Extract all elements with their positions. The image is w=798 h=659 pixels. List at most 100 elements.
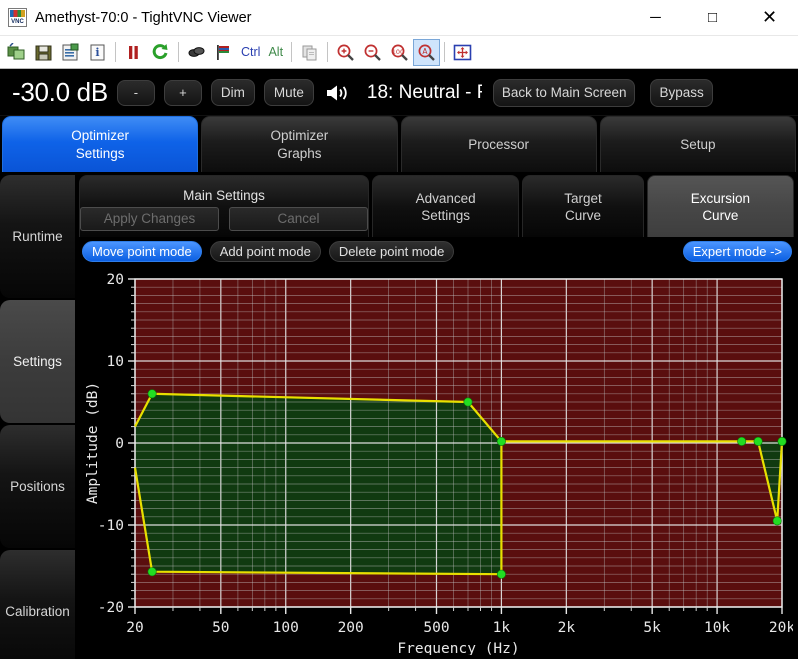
- sidebar-item-label: Settings: [13, 354, 62, 369]
- curve-point-marker[interactable]: [754, 437, 762, 445]
- tab-optimizer-settings[interactable]: Optimizer Settings: [2, 116, 198, 172]
- sub-tab-label-line2: Curve: [702, 207, 738, 224]
- svg-text:50: 50: [212, 620, 229, 636]
- back-to-main-screen-button[interactable]: Back to Main Screen: [493, 79, 636, 107]
- connection-options-icon[interactable]: [57, 39, 84, 66]
- add-point-mode-button[interactable]: Add point mode: [210, 241, 321, 262]
- vnc-toolbar: i Ctrl Alt: [0, 36, 798, 69]
- sidebar: Runtime Settings Positions Calibration: [0, 172, 75, 659]
- curve-point-marker[interactable]: [497, 437, 505, 445]
- apply-changes-button[interactable]: Apply Changes: [80, 207, 219, 231]
- chart-x-axis-label: Frequency (Hz): [397, 641, 519, 655]
- svg-text:1k: 1k: [493, 620, 511, 636]
- excursion-chart-svg[interactable]: -20-100102020501002005001k2k5k10k20kAmpl…: [79, 263, 793, 655]
- window-title: Amethyst-70:0 - TightVNC Viewer: [35, 10, 252, 26]
- expert-mode-button[interactable]: Expert mode ->: [683, 241, 792, 262]
- toolbar-separator: [291, 42, 292, 62]
- svg-text:0: 0: [115, 436, 124, 452]
- volume-decrease-button[interactable]: -: [117, 80, 155, 106]
- save-session-icon[interactable]: [30, 39, 57, 66]
- toolbar-separator: [444, 42, 445, 62]
- remote-app: -30.0 dB - + Dim Mute 18: Neutral - F3 B…: [0, 70, 798, 659]
- sidebar-item-calibration[interactable]: Calibration: [0, 550, 75, 659]
- app-body: Runtime Settings Positions Calibration M…: [0, 172, 798, 659]
- send-ctrl-esc-icon[interactable]: [210, 39, 237, 66]
- vnc-title-bar: Amethyst-70:0 - TightVNC Viewer ─ □ ✕: [0, 0, 798, 36]
- point-mode-bar: Move point mode Add point mode Delete po…: [79, 237, 794, 263]
- send-ctrl-alt-del-icon[interactable]: [183, 39, 210, 66]
- volume-increase-button[interactable]: +: [164, 80, 202, 106]
- tab-label-line2: Graphs: [277, 145, 321, 163]
- speaker-icon[interactable]: [323, 80, 353, 106]
- chart-y-axis-label: Amplitude (dB): [85, 382, 101, 504]
- dim-button[interactable]: Dim: [211, 79, 255, 106]
- transfer-files-icon[interactable]: [296, 39, 323, 66]
- curve-point-marker[interactable]: [148, 568, 156, 576]
- svg-text:20: 20: [107, 272, 124, 288]
- minimize-button[interactable]: ─: [627, 0, 684, 36]
- ctrl-key-button[interactable]: Ctrl: [237, 45, 264, 59]
- chart-gridlines: [135, 279, 782, 607]
- svg-text:10k: 10k: [704, 620, 730, 636]
- sub-tab-advanced-settings[interactable]: Advanced Settings: [372, 175, 519, 237]
- tab-label-line1: Processor: [468, 136, 529, 154]
- sidebar-item-label: Runtime: [12, 229, 62, 244]
- curve-point-marker[interactable]: [148, 390, 156, 398]
- zoom-out-icon[interactable]: [359, 39, 386, 66]
- tab-optimizer-graphs[interactable]: Optimizer Graphs: [201, 116, 397, 172]
- svg-text:-10: -10: [98, 518, 124, 534]
- toolbar-separator: [178, 42, 179, 62]
- tab-processor[interactable]: Processor: [401, 116, 597, 172]
- close-button[interactable]: ✕: [741, 0, 798, 36]
- svg-text:100: 100: [273, 620, 299, 636]
- svg-text:20k: 20k: [769, 620, 793, 636]
- curve-point-marker[interactable]: [773, 517, 781, 525]
- tab-setup[interactable]: Setup: [600, 116, 796, 172]
- window-controls: ─ □ ✕: [627, 0, 798, 36]
- curve-point-marker[interactable]: [497, 570, 505, 578]
- sidebar-item-positions[interactable]: Positions: [0, 425, 75, 548]
- refresh-icon[interactable]: [147, 39, 174, 66]
- new-connection-icon[interactable]: [3, 39, 30, 66]
- sub-tab-excursion-curve[interactable]: Excursion Curve: [647, 175, 794, 237]
- zoom-in-icon[interactable]: [332, 39, 359, 66]
- svg-text:i: i: [95, 46, 99, 59]
- zoom-100-icon[interactable]: 100: [386, 39, 413, 66]
- svg-text:200: 200: [338, 620, 364, 636]
- content-panel: Main Settings Apply Changes Cancel Advan…: [75, 172, 798, 659]
- mute-button[interactable]: Mute: [264, 79, 314, 106]
- sub-tab-label-line2: Settings: [421, 207, 470, 224]
- full-screen-icon[interactable]: [449, 39, 476, 66]
- tab-label-line2: Settings: [76, 145, 125, 163]
- curve-point-marker[interactable]: [778, 437, 786, 445]
- vnc-logo-icon: [8, 8, 27, 27]
- sub-tab-main-settings[interactable]: Main Settings Apply Changes Cancel: [79, 175, 369, 237]
- move-point-mode-button[interactable]: Move point mode: [82, 241, 202, 262]
- maximize-button[interactable]: □: [684, 0, 741, 36]
- svg-text:100: 100: [392, 48, 404, 56]
- sub-tab-label-line2: Curve: [565, 207, 601, 224]
- svg-text:500: 500: [423, 620, 449, 636]
- zoom-auto-icon[interactable]: A: [413, 39, 440, 66]
- toolbar-separator: [115, 42, 116, 62]
- sidebar-item-settings[interactable]: Settings: [0, 300, 75, 423]
- main-settings-title: Main Settings: [183, 187, 265, 204]
- tab-label-line1: Optimizer: [71, 127, 129, 145]
- volume-bar: -30.0 dB - + Dim Mute 18: Neutral - F3 B…: [0, 70, 798, 116]
- toolbar-separator: [327, 42, 328, 62]
- pause-icon[interactable]: [120, 39, 147, 66]
- sidebar-item-runtime[interactable]: Runtime: [0, 175, 75, 298]
- delete-point-mode-button[interactable]: Delete point mode: [329, 241, 455, 262]
- bypass-button[interactable]: Bypass: [650, 79, 712, 107]
- connection-info-icon[interactable]: i: [84, 39, 111, 66]
- main-tab-bar: Optimizer Settings Optimizer Graphs Proc…: [0, 116, 798, 172]
- svg-text:-20: -20: [98, 600, 124, 616]
- sub-tab-target-curve[interactable]: Target Curve: [522, 175, 643, 237]
- svg-text:10: 10: [107, 354, 124, 370]
- excursion-curve-chart[interactable]: -20-100102020501002005001k2k5k10k20kAmpl…: [79, 263, 794, 655]
- sidebar-item-label: Calibration: [5, 604, 70, 619]
- cancel-button[interactable]: Cancel: [229, 207, 368, 231]
- curve-point-marker[interactable]: [464, 398, 472, 406]
- alt-key-button[interactable]: Alt: [264, 45, 287, 59]
- curve-point-marker[interactable]: [738, 437, 746, 445]
